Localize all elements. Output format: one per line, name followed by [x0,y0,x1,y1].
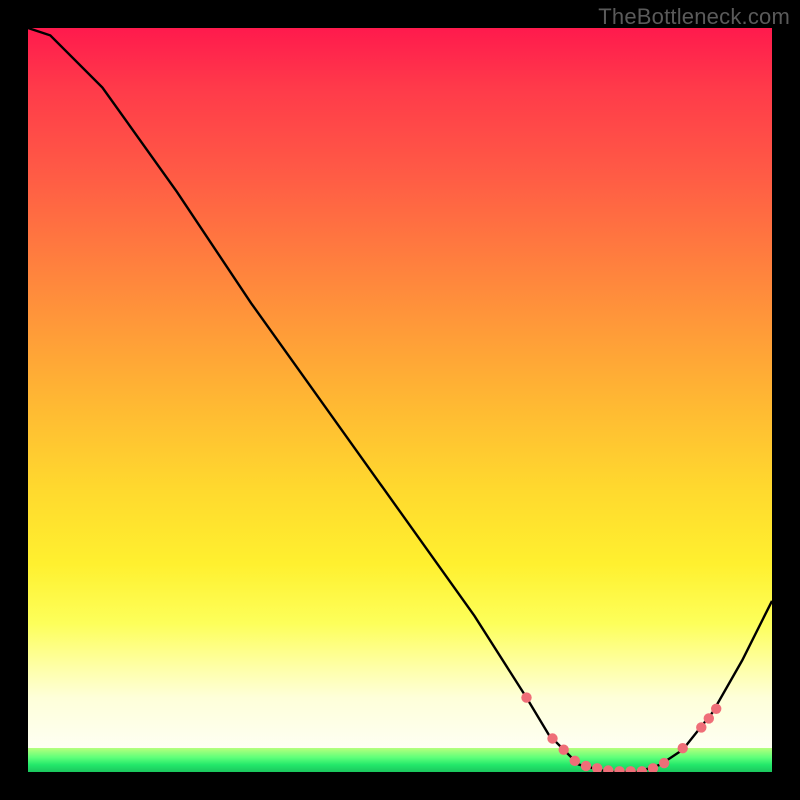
marker-dot [625,766,635,772]
marker-dot [696,722,706,732]
watermark-text: TheBottleneck.com [598,4,790,30]
marker-dot [581,761,591,771]
plot-area [28,28,772,772]
marker-dot [637,766,647,772]
curve-layer [28,28,772,772]
marker-dot [659,758,669,768]
marker-dot [521,692,531,702]
marker-dot [547,733,557,743]
marker-dot [678,743,688,753]
marker-dot [711,704,721,714]
chart-frame: TheBottleneck.com [0,0,800,800]
marker-dot [603,765,613,772]
bottleneck-curve-path [28,28,772,772]
marker-group [521,692,721,772]
marker-dot [704,713,714,723]
marker-dot [570,756,580,766]
marker-dot [559,745,569,755]
marker-dot [648,763,658,772]
marker-dot [614,766,624,772]
marker-dot [592,763,602,772]
